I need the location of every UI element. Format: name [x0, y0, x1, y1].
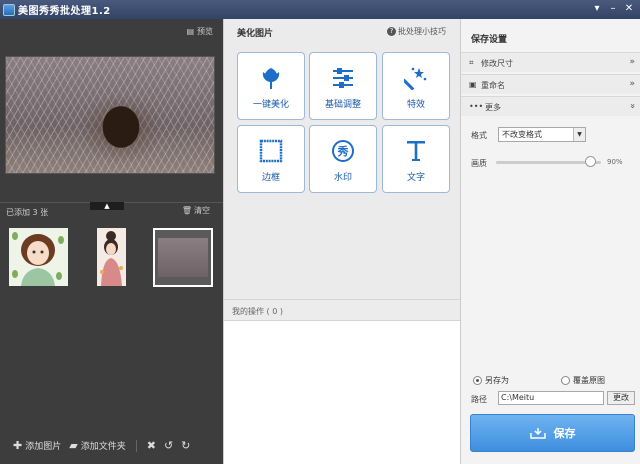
window-title: 美图秀秀批处理1.2	[18, 6, 111, 17]
add-folder-label: 添加文件夹	[80, 442, 126, 452]
frame-icon	[238, 138, 304, 164]
right-panel: 保存设置 ⌗ 修改尺寸 » ▣ 重命名 » ••• 更多 » 格式 不改变格式 …	[460, 19, 640, 464]
left-panel: ▤ 预览 ▲ 已添加 3 张 🗑 清空 ✚ 添加图片 ▰ 添加文件夹 ✖ ↺ ↻	[0, 19, 223, 464]
save-tray-icon	[529, 428, 546, 439]
question-icon: ?	[387, 27, 396, 36]
radio-label: 覆盖原图	[573, 376, 605, 385]
radio-overwrite[interactable]: 覆盖原图	[561, 375, 605, 386]
preview-label: 预览	[197, 27, 213, 36]
tips-label: 批处理小技巧	[398, 27, 446, 36]
quality-value: 90%	[607, 158, 623, 166]
radio-label: 另存为	[485, 376, 509, 385]
format-select[interactable]: 不改变格式 ▼	[498, 127, 586, 142]
close-icon[interactable]: ✕	[622, 2, 636, 15]
left-toolbar: ✚ 添加图片 ▰ 添加文件夹 ✖ ↺ ↻	[0, 427, 223, 464]
tool-effects[interactable]: 特效	[382, 52, 450, 120]
tulip-icon	[238, 65, 304, 91]
sliders-icon	[310, 65, 376, 91]
tool-label: 边框	[261, 173, 280, 183]
middle-panel: 美化图片 ? 批处理小技巧 一键美化 基础调整 特效 边框 秀 水印 文字 我的…	[223, 19, 461, 464]
more-icon: •••	[469, 102, 484, 111]
format-value: 不改变格式	[502, 130, 542, 139]
shirt-icon[interactable]: ▾	[590, 2, 604, 15]
app-icon	[3, 3, 15, 16]
preview-icon: ▤	[186, 27, 194, 36]
tool-label: 特效	[406, 100, 425, 110]
toolbar-separator	[135, 439, 137, 452]
cartoon-girl-image	[9, 228, 68, 286]
clear-button[interactable]: 🗑 清空	[182, 205, 210, 216]
radio-dot	[561, 376, 570, 385]
expand-icon: »	[629, 57, 635, 67]
tool-basic-adjust[interactable]: 基础调整	[309, 52, 377, 120]
save-settings-title: 保存设置	[471, 35, 508, 45]
delete-icon[interactable]: ✖	[147, 439, 156, 452]
folder-icon: ▰	[69, 439, 78, 452]
radio-dot-selected	[473, 376, 482, 385]
tips-link[interactable]: ? 批处理小技巧	[387, 26, 446, 37]
history-list	[224, 321, 461, 464]
section-label: 更多	[485, 103, 501, 112]
rotate-left-icon[interactable]: ↺	[164, 439, 173, 452]
collapse-toggle[interactable]: ▲	[90, 202, 124, 210]
tool-label: 文字	[406, 173, 425, 183]
thumbnail-girl-portrait[interactable]	[97, 228, 126, 286]
save-button[interactable]: 保存	[470, 414, 635, 452]
tool-one-click-beautify[interactable]: 一键美化	[237, 52, 305, 120]
svg-text:秀: 秀	[337, 144, 349, 158]
clear-label: 清空	[194, 206, 210, 215]
porcupine-image	[158, 238, 208, 277]
tool-label: 水印	[333, 173, 352, 183]
quality-slider-handle[interactable]	[585, 156, 596, 167]
change-path-button[interactable]: 更改	[607, 391, 635, 405]
path-input[interactable]: C:\Meitu	[498, 391, 604, 405]
history-bar: 我的操作 ( 0 )	[224, 299, 461, 321]
section-label: 修改尺寸	[481, 59, 513, 68]
chevron-down-icon: ▼	[573, 128, 585, 141]
window-controls: ▾ – ✕	[590, 2, 636, 15]
collapse-icon: »	[627, 103, 638, 109]
section-more[interactable]: ••• 更多 »	[461, 96, 640, 116]
trash-icon: 🗑	[181, 206, 192, 215]
format-label: 格式	[471, 131, 487, 140]
preview-button[interactable]: ▤ 预览	[186, 26, 213, 37]
section-label: 重命名	[481, 81, 505, 90]
preview-image	[5, 56, 215, 174]
thumbnail-porcupine-selected[interactable]	[153, 228, 213, 287]
path-label: 路径	[471, 395, 487, 404]
thumbnail-girl-cartoon[interactable]	[9, 228, 68, 286]
add-image-label: 添加图片	[25, 442, 62, 452]
expand-icon: »	[629, 79, 635, 89]
tool-label: 基础调整	[324, 100, 361, 110]
text-icon	[383, 138, 449, 164]
tool-watermark[interactable]: 秀 水印	[309, 125, 377, 193]
portrait-girl-image	[97, 228, 126, 286]
history-label: 我的操作 ( 0 )	[232, 307, 283, 316]
magic-wand-icon	[383, 65, 449, 91]
minimize-icon[interactable]: –	[606, 2, 620, 15]
add-image-button[interactable]: ✚ 添加图片	[13, 439, 61, 452]
rename-icon: ▣	[469, 80, 477, 89]
tool-label: 一键美化	[252, 100, 289, 110]
beautify-title: 美化图片	[237, 29, 274, 39]
add-folder-button[interactable]: ▰ 添加文件夹	[69, 439, 125, 452]
beautify-header: 美化图片 ? 批处理小技巧	[224, 19, 461, 41]
save-label: 保存	[553, 427, 576, 440]
resize-icon: ⌗	[469, 58, 474, 67]
section-resize[interactable]: ⌗ 修改尺寸 »	[461, 52, 640, 72]
section-rename[interactable]: ▣ 重命名 »	[461, 74, 640, 94]
tool-text[interactable]: 文字	[382, 125, 450, 193]
title-bar: 美图秀秀批处理1.2 ▾ – ✕	[0, 0, 640, 19]
watermark-icon: 秀	[310, 138, 376, 164]
tool-frame[interactable]: 边框	[237, 125, 305, 193]
added-count: 已添加 3 张	[6, 208, 49, 217]
quality-label: 画质	[471, 159, 487, 168]
rotate-right-icon[interactable]: ↻	[181, 439, 190, 452]
radio-save-as[interactable]: 另存为	[473, 375, 509, 386]
plus-icon: ✚	[13, 439, 23, 452]
